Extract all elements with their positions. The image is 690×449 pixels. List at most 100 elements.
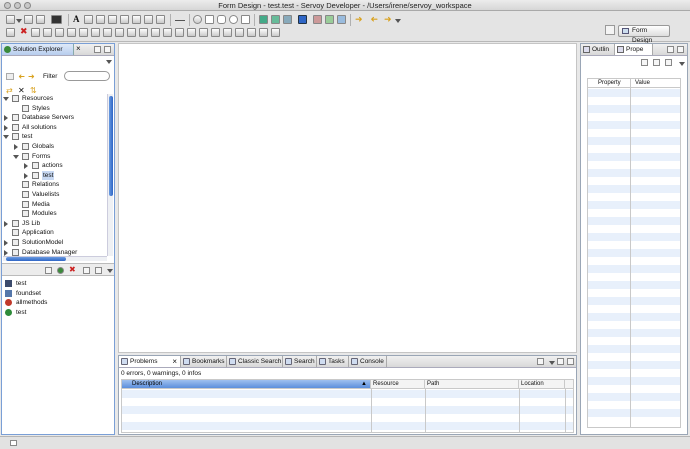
description-column-header[interactable]: Description ▲ (122, 380, 371, 388)
run-icon[interactable] (259, 15, 268, 24)
add-member-icon[interactable] (57, 267, 64, 274)
member-item[interactable]: test (5, 279, 110, 289)
open-perspective-icon[interactable] (605, 25, 615, 35)
link-with-editor-icon[interactable]: ⇄ (6, 87, 14, 95)
collapsed-twistie-icon[interactable] (4, 115, 8, 122)
refresh-icon[interactable] (283, 15, 292, 24)
expanded-twistie-icon[interactable] (3, 97, 9, 101)
form-editor-icon[interactable] (51, 15, 62, 24)
maximize-view-icon[interactable] (104, 46, 111, 53)
expanded-twistie-icon[interactable] (13, 154, 19, 159)
ellipse-tool-icon[interactable] (193, 15, 202, 24)
same-height-icon[interactable] (91, 28, 100, 37)
tab-panel-tool-icon[interactable] (132, 15, 141, 24)
save-icon[interactable] (24, 15, 33, 24)
tab-console[interactable]: Console (349, 356, 387, 367)
scroll-thumb[interactable] (109, 96, 113, 196)
home-icon[interactable] (6, 73, 14, 80)
collapsed-twistie-icon[interactable] (14, 144, 18, 150)
minimize-view-icon[interactable] (667, 46, 674, 53)
align-middle-icon[interactable] (175, 28, 184, 37)
filter-problems-icon[interactable] (537, 358, 544, 365)
minimize-window-icon[interactable] (14, 2, 21, 9)
path-column-header[interactable]: Path (425, 380, 519, 388)
previous-annotation-icon[interactable]: ➜ (355, 15, 364, 24)
tab-outline[interactable]: Outlin (581, 44, 615, 55)
tab-search[interactable]: Search (283, 356, 317, 367)
undo-icon[interactable] (31, 28, 40, 37)
scroll-thumb[interactable] (6, 257, 66, 261)
new-dropdown-icon[interactable] (16, 19, 22, 23)
field-tool-icon[interactable] (96, 15, 105, 24)
tab-problems[interactable]: Problems × (119, 356, 181, 367)
sync-icon[interactable]: ⇅ (30, 87, 38, 95)
zoom-window-icon[interactable] (24, 2, 31, 9)
new-icon[interactable] (6, 15, 15, 24)
sort-icon[interactable] (641, 59, 648, 66)
split-pane-tool-icon[interactable] (144, 15, 153, 24)
forward-nav-icon[interactable]: ➜ (28, 73, 36, 81)
center-vertical-icon[interactable] (235, 28, 244, 37)
tab-sequence-icon[interactable] (247, 28, 256, 37)
view-menu-icon[interactable] (106, 60, 112, 64)
ungroup-icon[interactable] (67, 28, 76, 37)
back-nav-icon[interactable]: ➜ (17, 72, 25, 81)
resource-column-header[interactable]: Resource (371, 380, 425, 388)
web-client-icon[interactable] (337, 15, 346, 24)
align-top-icon[interactable] (163, 28, 172, 37)
expanded-twistie-icon[interactable] (3, 135, 9, 140)
show-categories-icon[interactable] (653, 59, 660, 66)
align-right-icon[interactable] (151, 28, 160, 37)
border-tool-icon[interactable] (241, 15, 250, 24)
form-editor-canvas[interactable] (118, 43, 577, 353)
tree-horizontal-scrollbar[interactable] (3, 256, 107, 261)
back-icon[interactable]: ➜ (369, 14, 378, 24)
debug-smart-client-icon[interactable] (313, 15, 322, 24)
group-icon[interactable] (55, 28, 64, 37)
collapsed-twistie-icon[interactable] (24, 163, 28, 170)
members-menu-icon[interactable] (107, 269, 113, 273)
move-down-icon[interactable] (95, 267, 102, 274)
zoom-in-icon[interactable] (259, 28, 268, 37)
move-up-icon[interactable] (83, 267, 90, 274)
value-column-header[interactable]: Value (635, 79, 650, 87)
fast-view-icon[interactable] (10, 440, 17, 446)
collapsed-twistie-icon[interactable] (4, 220, 8, 227)
vertical-spacing-icon[interactable] (211, 28, 220, 37)
maximize-view-icon[interactable] (677, 46, 684, 53)
button-tool-icon[interactable] (108, 15, 117, 24)
collapsed-twistie-icon[interactable] (4, 249, 8, 256)
line-tool-icon[interactable] (175, 20, 185, 21)
image-tool-icon[interactable] (84, 15, 93, 24)
collapsed-twistie-icon[interactable] (4, 124, 8, 131)
minimize-view-icon[interactable] (94, 46, 101, 53)
same-width-icon[interactable] (79, 28, 88, 37)
close-window-icon[interactable] (4, 2, 11, 9)
paint-tool-icon[interactable] (120, 15, 129, 24)
circle-tool-icon[interactable] (229, 15, 238, 24)
forward-dropdown-icon[interactable] (395, 19, 401, 23)
debug-icon[interactable] (271, 15, 280, 24)
rectangle-tool-icon[interactable] (205, 15, 214, 24)
close-tab-icon[interactable]: × (76, 44, 81, 53)
forward-icon[interactable]: ➜ (384, 15, 393, 24)
property-column-header[interactable]: Property (598, 79, 621, 87)
filter-input[interactable] (64, 71, 110, 81)
horizontal-spacing-icon[interactable] (199, 28, 208, 37)
perspective-form-design-button[interactable]: Form Design (618, 25, 670, 44)
zoom-out-icon[interactable] (271, 28, 280, 37)
align-center-icon[interactable] (139, 28, 148, 37)
tab-solution-explorer[interactable]: Solution Explorer (2, 44, 74, 55)
center-horizontal-icon[interactable] (223, 28, 232, 37)
location-column-header[interactable]: Location (519, 380, 565, 388)
launch-icon[interactable] (325, 15, 334, 24)
tab-bookmarks[interactable]: Bookmarks (181, 356, 227, 367)
anchor-icon[interactable] (103, 28, 112, 37)
tab-tasks[interactable]: Tasks (317, 356, 349, 367)
minimize-view-icon[interactable] (557, 358, 564, 365)
problems-menu-icon[interactable] (549, 361, 555, 365)
maximize-view-icon[interactable] (567, 358, 574, 365)
tree-vertical-scrollbar[interactable] (107, 94, 113, 256)
member-item[interactable]: test (5, 308, 110, 318)
collapsed-twistie-icon[interactable] (24, 172, 28, 179)
